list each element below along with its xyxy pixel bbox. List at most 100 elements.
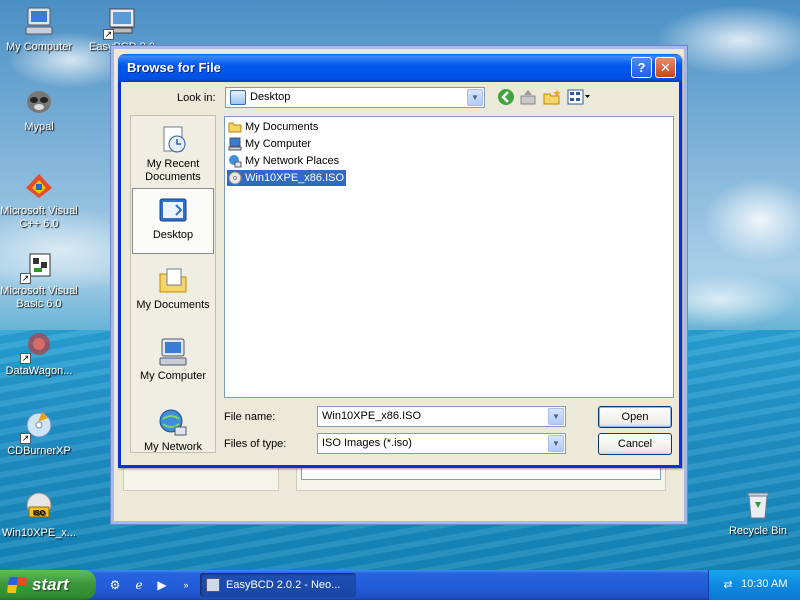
place-my-documents[interactable]: My Documents — [132, 259, 214, 325]
file-name: My Network Places — [245, 155, 340, 167]
cancel-button[interactable]: Cancel — [598, 433, 672, 455]
help-button[interactable]: ? — [631, 57, 652, 78]
file-item-my-network-places[interactable]: My Network Places — [227, 153, 339, 169]
look-in-value: Desktop — [250, 91, 291, 103]
file-name: My Computer — [245, 138, 312, 150]
desktop-folder-icon — [230, 90, 246, 105]
new-folder-button[interactable] — [542, 88, 562, 108]
back-button[interactable] — [496, 88, 516, 108]
network-places-icon — [228, 154, 242, 168]
shortcut-arrow-icon: ↗ — [20, 273, 31, 284]
place-label: My Computer — [139, 370, 207, 382]
file-list[interactable]: My Documents My Computer My Network Plac… — [224, 116, 674, 398]
clock[interactable]: 10:30 AM — [741, 578, 787, 590]
file-name-label: File name: — [224, 411, 276, 423]
chevron-down-icon[interactable]: ▼ — [548, 435, 564, 452]
place-label: My Network — [143, 441, 203, 453]
up-one-level-button[interactable] — [518, 88, 538, 108]
browse-for-file-dialog: Browse for File ? ✕ Look in: Desktop ▼ M… — [118, 54, 682, 468]
place-my-network[interactable]: My Network — [132, 401, 214, 453]
my-network-icon — [157, 407, 189, 439]
look-in-label: Look in: — [177, 92, 216, 104]
up-folder-icon — [520, 90, 536, 105]
quicklaunch-gear-icon[interactable]: ⚙ — [106, 576, 124, 594]
new-folder-icon — [543, 89, 561, 105]
shortcut-arrow-icon: ↗ — [103, 29, 114, 40]
network-tray-icon[interactable]: ⇄ — [721, 578, 735, 592]
file-type-label: Files of type: — [224, 438, 287, 450]
folder-icon — [228, 120, 242, 134]
open-button[interactable]: Open — [598, 406, 672, 428]
desktop-icon-mypal[interactable]: Mypal — [0, 84, 81, 134]
file-name: Win10XPE_x86.ISO — [245, 172, 345, 184]
mypal-icon — [22, 84, 56, 118]
chevron-down-icon[interactable]: ▼ — [548, 408, 564, 425]
file-item-my-documents[interactable]: My Documents — [227, 119, 318, 135]
my-documents-icon — [157, 265, 189, 297]
easybcd-icon — [206, 578, 220, 592]
desktop-icon-label: My Computer — [5, 41, 73, 53]
desktop-icon-label: Mypal — [24, 121, 54, 133]
place-desktop[interactable]: Desktop — [132, 188, 214, 254]
desktop-icon-my-computer[interactable]: My Computer — [0, 4, 81, 54]
place-label: My Recent Documents — [145, 158, 201, 183]
desktop-icon-cdburnerxp[interactable]: ↗ CDBurnerXP — [0, 408, 81, 458]
recycle-bin-icon — [741, 488, 775, 522]
desktop-icon-label: CDBurnerXP — [7, 445, 71, 457]
dialog-title: Browse for File — [127, 60, 221, 75]
taskbar-item-easybcd[interactable]: EasyBCD 2.0.2 - Neo... — [200, 573, 356, 597]
datawagon-icon: ↗ — [20, 328, 56, 364]
shortcut-arrow-icon: ↗ — [20, 353, 31, 364]
my-computer-icon — [157, 336, 189, 368]
taskbar-item-label: EasyBCD 2.0.2 - Neo... — [226, 579, 341, 591]
file-type-dropdown[interactable]: ISO Images (*.iso) ▼ — [317, 433, 566, 454]
desktop-icon-iso-file[interactable]: ISO Win10XPE_x... — [0, 490, 81, 540]
desktop-icon-label: Win10XPE_x... — [2, 527, 76, 539]
desktop-icon — [157, 195, 189, 227]
desktop-icon-datawagon[interactable]: ↗ DataWagon... — [0, 328, 81, 378]
easybcd-icon: ↗ — [103, 4, 139, 40]
iso-file-icon: ISO — [22, 490, 56, 524]
iso-file-icon — [228, 171, 242, 185]
back-arrow-icon — [498, 89, 514, 105]
view-menu-icon — [567, 89, 590, 105]
desktop-icon-recycle-bin[interactable]: Recycle Bin — [716, 488, 800, 538]
file-name: My Documents — [245, 121, 319, 133]
start-label: start — [32, 575, 69, 594]
places-bar: My Recent Documents Desktop My Documents… — [130, 115, 216, 453]
recent-documents-icon — [157, 124, 189, 156]
my-computer-icon — [22, 4, 56, 38]
view-menu-button[interactable] — [566, 88, 592, 108]
place-label: Desktop — [152, 229, 194, 241]
desktop-icon-visual-basic[interactable]: ↗ Microsoft Visual Basic 6.0 — [0, 248, 81, 311]
file-item-my-computer[interactable]: My Computer — [227, 136, 311, 152]
windows-flag-icon — [6, 577, 28, 593]
my-computer-icon — [228, 137, 242, 151]
chevron-down-icon[interactable]: ▼ — [467, 89, 483, 106]
visual-cpp-icon — [22, 168, 56, 202]
place-my-computer[interactable]: My Computer — [132, 330, 214, 396]
desktop-icon-label: Microsoft Visual C++ 6.0 — [0, 205, 78, 230]
file-type-value: ISO Images (*.iso) — [322, 437, 412, 449]
start-button[interactable]: start — [0, 570, 96, 600]
file-item-iso[interactable]: Win10XPE_x86.ISO — [227, 170, 347, 186]
system-tray: ⇄ 10:30 AM — [708, 570, 800, 600]
file-name-value: Win10XPE_x86.ISO — [322, 410, 422, 422]
desktop-icon-visual-cpp[interactable]: Microsoft Visual C++ 6.0 — [0, 168, 81, 231]
look-in-dropdown[interactable]: Desktop ▼ — [225, 87, 485, 108]
file-name-input[interactable]: Win10XPE_x86.ISO ▼ — [317, 406, 566, 427]
quicklaunch-media-icon[interactable]: ▶ — [153, 576, 171, 594]
shortcut-arrow-icon: ↗ — [20, 433, 31, 444]
desktop-icon-label: Microsoft Visual Basic 6.0 — [0, 285, 78, 310]
place-my-recent-documents[interactable]: My Recent Documents — [132, 118, 214, 184]
taskbar: start ⚙ ℯ ▶ » EasyBCD 2.0.2 - Neo... ⇄ 1… — [0, 570, 800, 600]
desktop-icon-label: Recycle Bin — [728, 525, 788, 537]
quicklaunch-ie-icon[interactable]: ℯ — [130, 576, 148, 594]
quicklaunch-expand-icon[interactable]: » — [177, 576, 195, 594]
cdburnerxp-icon: ↗ — [20, 408, 56, 444]
visual-basic-icon: ↗ — [20, 248, 56, 284]
svg-text:ISO: ISO — [33, 510, 46, 517]
close-button[interactable]: ✕ — [655, 57, 676, 78]
desktop-icon-label: DataWagon... — [5, 365, 73, 377]
dialog-title-bar[interactable]: Browse for File ? ✕ — [118, 54, 682, 82]
